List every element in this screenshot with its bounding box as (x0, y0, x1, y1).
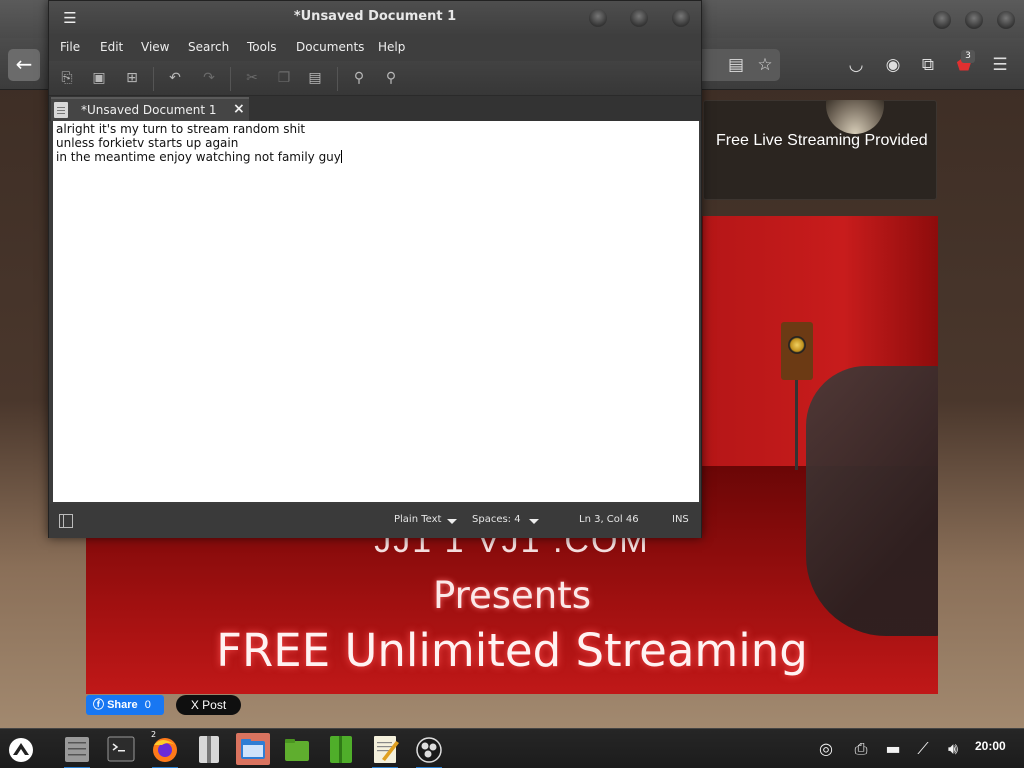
facebook-icon: ⓕ (93, 699, 104, 711)
account-icon[interactable]: ◉ (881, 53, 905, 77)
text-editor-icon (374, 736, 399, 763)
undo-icon[interactable]: ↶ (165, 68, 185, 88)
menu-view[interactable]: View (141, 40, 169, 54)
obs-studio-icon (416, 737, 442, 763)
tab-close-icon[interactable]: × (233, 101, 245, 117)
text-line: alright it's my turn to stream random sh… (56, 122, 306, 136)
share-count: 0 (144, 699, 151, 711)
taskbar-terminal[interactable] (104, 733, 138, 765)
speaker-image (781, 322, 813, 380)
document-icon (54, 102, 68, 118)
file-cabinet-icon (65, 737, 89, 762)
text-line-last: in the meantime enjoy watching not famil… (56, 150, 696, 164)
minimize-button[interactable] (589, 9, 607, 27)
cursor-position: Ln 3, Col 46 (579, 514, 639, 525)
keyboard-icon[interactable]: ▬ (882, 739, 904, 759)
minimize-button[interactable] (933, 11, 951, 29)
editor-titlebar[interactable]: ☰ *Unsaved Document 1 (49, 1, 701, 34)
menu-file[interactable]: File (60, 40, 80, 54)
green-folder-icon (285, 739, 309, 761)
chevron-down-icon[interactable] (529, 519, 539, 524)
redo-icon[interactable]: ↷ (199, 68, 219, 88)
copy-icon[interactable]: ❐ (274, 68, 294, 88)
window-title: *Unsaved Document 1 (293, 9, 457, 24)
menu-search[interactable]: Search (188, 40, 229, 54)
taskbar-text-editor[interactable] (368, 733, 402, 768)
share-label: Share (107, 699, 138, 711)
taskbar-green-folder[interactable] (280, 733, 314, 765)
volume-icon[interactable]: 🔊︎ (942, 739, 964, 759)
site-banner (703, 100, 937, 200)
menu-edit[interactable]: Edit (100, 40, 123, 54)
toolbar-separator (153, 67, 154, 91)
network-icon[interactable]: ⟋ (912, 739, 934, 759)
speaker-cone (788, 336, 806, 354)
site-tagline: Free Live Streaming Provided (716, 132, 928, 149)
arrow-left-icon: ← (15, 52, 33, 76)
toolbar-separator (230, 67, 231, 91)
hero-presents: Presents (432, 574, 592, 617)
close-button[interactable] (997, 11, 1015, 29)
tab-bar: *Unsaved Document 1 × (49, 96, 701, 121)
language-selector[interactable]: Plain Text (394, 514, 441, 525)
taskbar-file-cabinet[interactable] (60, 733, 94, 768)
maximize-button[interactable] (965, 11, 983, 29)
facebook-share-button[interactable]: ⓕ Share 0 (86, 695, 164, 715)
clock[interactable]: 20:00 (975, 739, 1006, 753)
back-button[interactable]: ← (8, 49, 40, 81)
new-document-icon[interactable]: ⎘ (57, 68, 77, 88)
obs-tray-icon[interactable]: ◎ (815, 739, 837, 759)
bookmark-star-icon[interactable]: ☆ (753, 53, 777, 77)
file-manager-icon (241, 739, 265, 759)
ublock-badge: 3 (961, 50, 975, 63)
window-menu-icon[interactable]: ☰ (61, 9, 79, 27)
archive-manager-icon (199, 736, 219, 763)
find-replace-icon[interactable]: ⚲ (381, 68, 401, 88)
paste-icon[interactable]: ▤ (305, 68, 325, 88)
editor-toolbar: ⎘ ▣ ⊞ ↶ ↷ ✂ ❐ ▤ ⚲ ⚲ (49, 61, 701, 96)
find-icon[interactable]: ⚲ (349, 68, 369, 88)
reader-view-icon[interactable]: ▤ (724, 53, 748, 77)
text-area[interactable]: alright it's my turn to stream random sh… (53, 121, 699, 502)
side-pane-toggle-icon[interactable] (59, 514, 73, 528)
hamburger-menu-icon[interactable]: ☰ (988, 53, 1012, 77)
menu-help[interactable]: Help (378, 40, 405, 54)
start-menu-button[interactable] (4, 733, 38, 765)
taskbar-archive-manager[interactable] (192, 733, 226, 765)
terminal-icon (107, 736, 135, 762)
pocket-icon[interactable]: ◡ (844, 53, 868, 77)
text-line: unless forkietv starts up again (56, 136, 239, 150)
menu-tools[interactable]: Tools (247, 40, 277, 54)
save-icon[interactable]: ⊞ (122, 68, 142, 88)
x-post-button[interactable]: X Post (176, 695, 241, 715)
extensions-icon[interactable]: ⧉ (916, 53, 940, 77)
menu-documents[interactable]: Documents (296, 40, 364, 54)
hero-headline: FREE Unlimited Streaming (216, 624, 808, 677)
chevron-down-icon[interactable] (447, 519, 457, 524)
maximize-button[interactable] (630, 9, 648, 27)
printer-icon[interactable]: ⎙ (850, 739, 872, 759)
taskbar-green-notebook[interactable] (324, 733, 358, 765)
cut-icon[interactable]: ✂ (242, 68, 262, 88)
green-notebook-icon (330, 736, 352, 763)
open-icon[interactable]: ▣ (89, 68, 109, 88)
text-caret (340, 150, 342, 163)
tab-unsaved-document[interactable]: *Unsaved Document 1 × (51, 97, 249, 121)
start-menu-icon (9, 738, 33, 762)
indent-selector[interactable]: Spaces: 4 (472, 514, 521, 525)
status-bar: Plain Text Spaces: 4 Ln 3, Col 46 INS (49, 504, 701, 538)
tab-label: *Unsaved Document 1 (81, 103, 217, 117)
text-line: in the meantime enjoy watching not famil… (56, 150, 341, 164)
taskbar-file-manager[interactable] (236, 733, 270, 765)
toolbar-separator (337, 67, 338, 91)
speaker-stand (795, 380, 798, 470)
taskbar-obs-studio[interactable] (412, 733, 446, 768)
menu-bar: File Edit View Search Tools Documents He… (49, 34, 701, 61)
insert-mode: INS (672, 514, 689, 525)
close-button[interactable] (672, 9, 690, 27)
firefox-window-count: 2 (151, 730, 157, 739)
text-editor-window: ☰ *Unsaved Document 1 File Edit View Sea… (48, 0, 702, 538)
